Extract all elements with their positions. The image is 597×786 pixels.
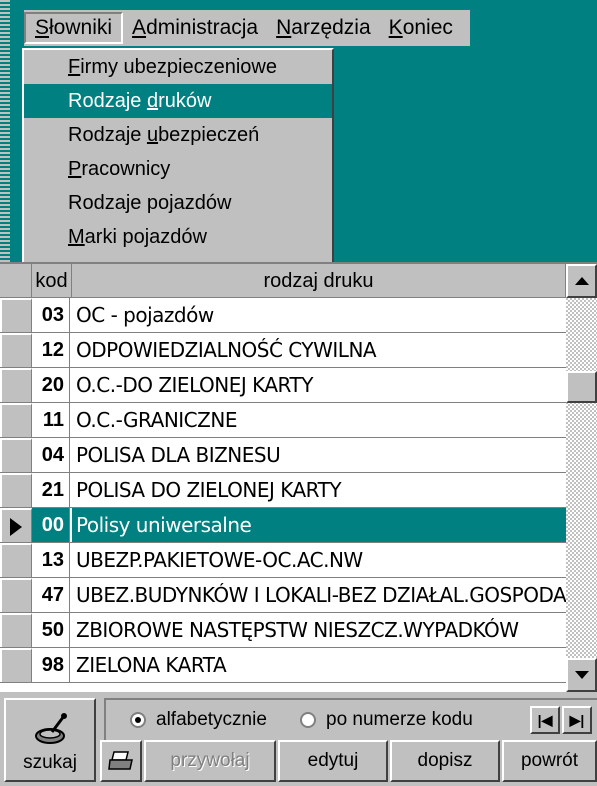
cell-kod[interactable]: 47 (32, 578, 70, 612)
cell-kod[interactable]: 98 (32, 648, 70, 682)
menu-item-rodzaje-pojazdow[interactable]: Rodzaje pojazdów (24, 186, 332, 220)
print-icon (108, 751, 133, 770)
row-indicator[interactable] (0, 648, 32, 682)
cell-rodzaj[interactable]: Polisy uniwersalne (72, 508, 566, 542)
radio-by-code-label: po numerze kodu (326, 709, 473, 730)
table-row[interactable]: 12 ODPOWIEDZIALNOŚĆ CYWILNA (0, 333, 566, 368)
cell-rodzaj[interactable]: ODPOWIEDZIALNOŚĆ CYWILNA (72, 333, 566, 367)
search-label: szukaj (23, 752, 77, 773)
menu-items: Słowniki Administracja Narzędzia Koniec (24, 10, 470, 46)
row-indicator[interactable] (0, 473, 32, 507)
menu-slowniki[interactable]: Słowniki (24, 12, 124, 44)
cell-kod[interactable]: 21 (32, 473, 70, 507)
table-row[interactable]: 50 ZBIOROWE NASTĘPSTW NIESZCZ.WYPADKÓW (0, 613, 566, 648)
scroll-up-button[interactable] (566, 264, 597, 298)
row-indicator[interactable] (0, 333, 32, 367)
row-indicator[interactable] (0, 578, 32, 612)
cell-kod[interactable]: 04 (32, 438, 70, 472)
radio-by-code-dot[interactable] (300, 712, 316, 728)
scroll-down-icon (575, 671, 589, 679)
cell-kod[interactable]: 13 (32, 543, 70, 577)
last-record-button[interactable]: ▶| (562, 706, 592, 734)
table-row[interactable]: 47 UBEZ.BUDYNKÓW I LOKALI-BEZ DZIAŁAL.GOS… (0, 578, 566, 613)
table-row[interactable]: 04 POLISA DLA BIZNESU (0, 438, 566, 473)
edit-button[interactable]: edytuj (278, 740, 388, 782)
menu-koniec[interactable]: Koniec (380, 12, 462, 44)
cell-kod[interactable]: 50 (32, 613, 70, 647)
cell-rodzaj[interactable]: ZBIOROWE NASTĘPSTW NIESZCZ.WYPADKÓW (72, 613, 566, 647)
radio-by-code[interactable]: po numerze kodu (300, 709, 473, 731)
window-edge (0, 0, 10, 262)
column-header-rodzaj[interactable]: rodzaj druku (72, 264, 566, 298)
scroll-up-icon (575, 277, 589, 285)
menu-item-rodzaje-drukow[interactable]: Rodzaje druków (24, 84, 332, 118)
recall-button[interactable]: przywołaj (144, 740, 276, 782)
table-row[interactable]: 00 Polisy uniwersalne (0, 508, 566, 543)
scroll-thumb[interactable] (566, 371, 597, 403)
radio-alphabetical-dot[interactable] (130, 712, 146, 728)
search-icon (35, 713, 67, 744)
table-row[interactable]: 21 POLISA DO ZIELONEJ KARTY (0, 473, 566, 508)
cell-kod[interactable]: 12 (32, 333, 70, 367)
add-button[interactable]: dopisz (390, 740, 500, 782)
cell-kod[interactable]: 00 (32, 508, 70, 542)
row-indicator[interactable] (0, 368, 32, 402)
row-indicator[interactable] (0, 438, 32, 472)
scroll-down-button[interactable] (566, 658, 597, 692)
row-indicator[interactable] (0, 543, 32, 577)
row-indicator[interactable] (0, 403, 32, 437)
cell-rodzaj[interactable]: UBEZ.BUDYNKÓW I LOKALI-BEZ DZIAŁAL.GOSPO… (72, 578, 566, 612)
cell-rodzaj[interactable]: UBEZP.PAKIETOWE-OC.AC.NW (72, 543, 566, 577)
column-header-kod[interactable]: kod (32, 264, 72, 298)
table-row[interactable]: 20 O.C.-DO ZIELONEJ KARTY (0, 368, 566, 403)
bottom-toolbar: szukaj alfabetycznie po numerze kodu |◀ … (0, 692, 597, 782)
row-indicator[interactable] (0, 613, 32, 647)
menu-administracja[interactable]: Administracja (123, 12, 267, 44)
radio-alphabetical[interactable]: alfabetycznie (130, 709, 267, 731)
cell-rodzaj[interactable]: POLISA DLA BIZNESU (72, 438, 566, 472)
menu-item-firmy[interactable]: Firmy ubezpieczeniowe (24, 50, 332, 84)
grid-corner (0, 264, 32, 298)
sort-order-group: alfabetycznie po numerze kodu |◀ ▶| (104, 698, 597, 740)
menu-bar: Słowniki Administracja Narzędzia Koniec (0, 0, 597, 262)
table-row[interactable]: 13 UBEZP.PAKIETOWE-OC.AC.NW (0, 543, 566, 578)
cell-kod[interactable]: 03 (32, 298, 70, 332)
back-button[interactable]: powrót (502, 740, 597, 782)
cell-kod[interactable]: 11 (32, 403, 70, 437)
cell-rodzaj[interactable]: OC - pojazdów (72, 298, 566, 332)
cell-rodzaj[interactable]: POLISA DO ZIELONEJ KARTY (72, 473, 566, 507)
first-record-button[interactable]: |◀ (530, 706, 560, 734)
table-row[interactable]: 98 ZIELONA KARTA (0, 648, 566, 683)
menu-item-marki-pojazdow[interactable]: Marki pojazdów (24, 220, 332, 254)
row-pointer-icon (10, 518, 22, 536)
print-types-grid: kod rodzaj druku 03 OC - pojazdów 12 ODPOWI… (0, 262, 597, 692)
slowniki-dropdown: Firmy ubezpieczeniowe Rodzaje druków Rod… (22, 48, 334, 262)
table-row[interactable]: 03 OC - pojazdów (0, 298, 566, 333)
cell-kod[interactable]: 20 (32, 368, 70, 402)
row-indicator[interactable] (0, 508, 32, 542)
radio-alphabetical-label: alfabetycznie (156, 709, 267, 730)
search-button[interactable]: szukaj (4, 698, 96, 782)
cell-rodzaj[interactable]: O.C.-GRANICZNE (72, 403, 566, 437)
menu-item-pracownicy[interactable]: Pracownicy (24, 152, 332, 186)
vertical-scrollbar[interactable] (566, 264, 597, 692)
row-indicator[interactable] (0, 298, 32, 332)
cell-rodzaj[interactable]: ZIELONA KARTA (72, 648, 566, 682)
menu-narzedzia[interactable]: Narzędzia (267, 12, 380, 44)
table-row[interactable]: 11 O.C.-GRANICZNE (0, 403, 566, 438)
cell-rodzaj[interactable]: O.C.-DO ZIELONEJ KARTY (72, 368, 566, 402)
print-button[interactable] (100, 740, 142, 782)
menu-item-rodzaje-ubezpieczen[interactable]: Rodzaje ubezpieczeń (24, 118, 332, 152)
